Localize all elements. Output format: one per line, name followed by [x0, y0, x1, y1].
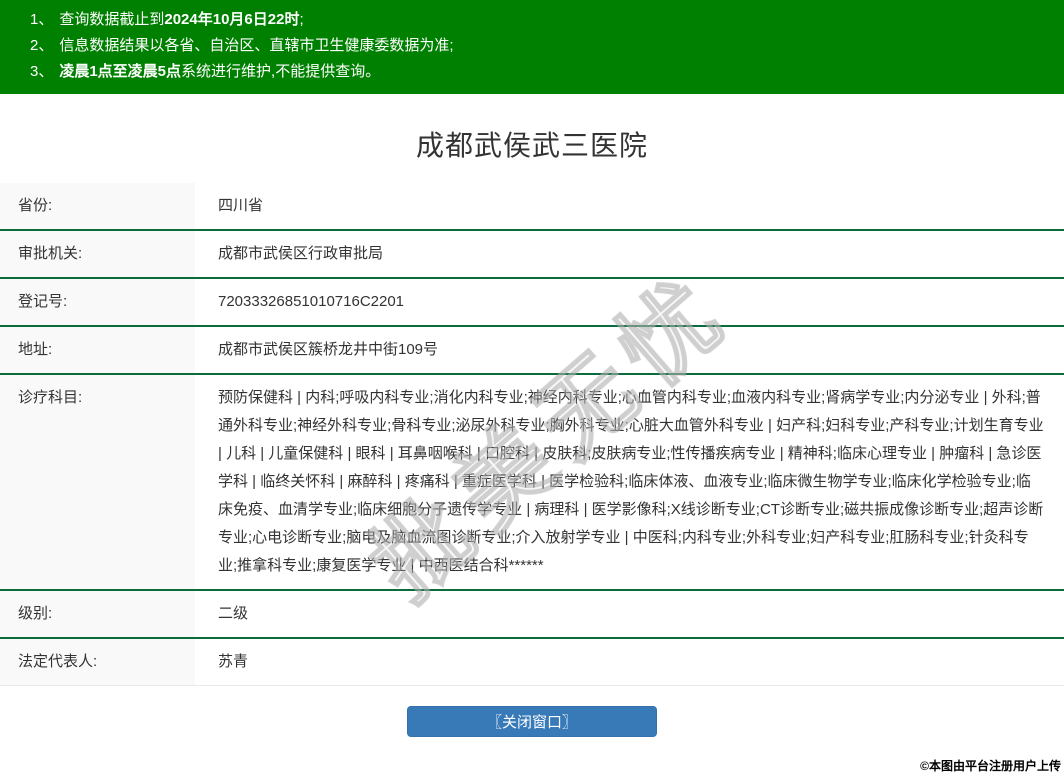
notice-line-3: 3、 凌晨1点至凌晨5点系统进行维护,不能提供查询。 — [30, 59, 1054, 85]
field-value: 苏青 — [218, 653, 249, 670]
field-value: 成都市武侯区簇桥龙井中街109号 — [218, 341, 439, 358]
field-label: 地址: — [0, 327, 195, 373]
notice-banner: 1、 查询数据截止到2024年10月6日22时; 2、 信息数据结果以各省、自治区、… — [0, 0, 1064, 94]
field-value: 四川省 — [218, 197, 264, 214]
notice-number: 3、 — [30, 63, 54, 80]
notice-number: 1、 — [30, 11, 54, 28]
info-row-level: 级别: 二级 — [0, 589, 1064, 637]
hospital-title: 成都武侯武三医院 — [415, 130, 648, 161]
info-row-approval-authority: 审批机关: 成都市武侯区行政审批局 — [0, 229, 1064, 277]
field-label: 诊疗科目: — [0, 375, 195, 589]
notice-bold-text: 2024年10月6日22时 — [164, 11, 300, 28]
info-row-registration-number: 登记号: 72033326851010716C2201 — [0, 277, 1064, 325]
notice-line-1: 1、 查询数据截止到2024年10月6日22时; — [30, 7, 1054, 33]
info-row-legal-representative: 法定代表人: 苏青 — [0, 637, 1064, 686]
hospital-info-table: 省份: 四川省 审批机关: 成都市武侯区行政审批局 登记号: 720333268… — [0, 183, 1064, 686]
title-section: 成都武侯武三医院 — [0, 94, 1064, 183]
field-value: 72033326851010716C2201 — [218, 293, 405, 310]
close-window-button[interactable]: 〖关闭窗口〗 — [407, 706, 657, 737]
field-label: 审批机关: — [0, 231, 195, 277]
notice-number: 2、 — [30, 37, 54, 54]
field-label: 法定代表人: — [0, 639, 195, 685]
notice-text: 系统进行维护,不能提供查询。 — [181, 63, 381, 80]
notice-text: 信息数据结果以各省、自治区、直辖市卫生健康委数据为准; — [59, 37, 454, 54]
field-label: 级别: — [0, 591, 195, 637]
info-row-province: 省份: 四川省 — [0, 183, 1064, 229]
notice-text: ; — [299, 11, 304, 28]
notice-line-2: 2、 信息数据结果以各省、自治区、直辖市卫生健康委数据为准; — [30, 33, 1054, 59]
button-area: 〖关闭窗口〗 — [0, 706, 1064, 737]
copyright-note: ©本图由平台注册用户上传 — [920, 759, 1061, 773]
notice-bold-text: 凌晨1点至凌晨5点 — [59, 63, 182, 80]
field-value: 成都市武侯区行政审批局 — [218, 245, 384, 262]
info-row-medical-departments: 诊疗科目: 预防保健科 | 内科;呼吸内科专业;消化内科专业;神经内科专业;心血… — [0, 373, 1064, 589]
notice-text: 查询数据截止到 — [59, 11, 165, 28]
info-row-address: 地址: 成都市武侯区簇桥龙井中街109号 — [0, 325, 1064, 373]
field-label: 登记号: — [0, 279, 195, 325]
field-label: 省份: — [0, 183, 195, 229]
field-value: 二级 — [218, 605, 249, 622]
field-value: 预防保健科 | 内科;呼吸内科专业;消化内科专业;神经内科专业;心血管内科专业;… — [218, 389, 1044, 574]
